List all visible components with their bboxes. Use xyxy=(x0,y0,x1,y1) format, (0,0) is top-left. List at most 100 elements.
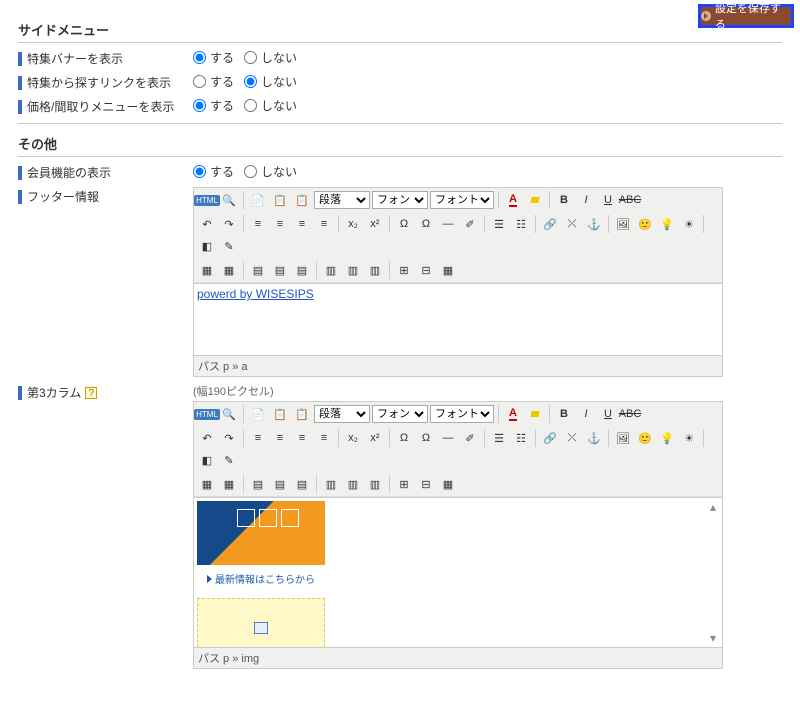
split-icon[interactable]: ⊟ xyxy=(416,474,436,494)
textcolor-button[interactable]: A xyxy=(503,404,523,424)
paste-icon[interactable]: 📋 xyxy=(270,404,290,424)
row-after-icon[interactable]: ▤ xyxy=(270,474,290,494)
omega-icon[interactable]: Ω xyxy=(394,428,414,448)
ul-icon[interactable]: ☰ xyxy=(489,428,509,448)
radio-price-plan-yes[interactable]: する xyxy=(193,97,234,114)
align-justify-icon[interactable]: ≡ xyxy=(314,214,334,234)
cell-props-icon[interactable]: ▦ xyxy=(438,260,458,280)
bold-button[interactable]: B xyxy=(554,404,574,424)
save-settings-button[interactable]: 設定を保存する xyxy=(698,4,794,28)
undo-icon[interactable]: ↶ xyxy=(197,214,217,234)
table-props-icon[interactable]: ▦ xyxy=(219,260,239,280)
copy-icon[interactable]: 📄 xyxy=(248,190,268,210)
paste-text-icon[interactable]: 📋 xyxy=(292,190,312,210)
row-delete-icon[interactable]: ▤ xyxy=(292,474,312,494)
format-select[interactable]: 段落 xyxy=(314,191,370,209)
image-icon[interactable]: 🖼 xyxy=(613,214,633,234)
radio-searchlink-no[interactable]: しない xyxy=(244,73,297,90)
align-left-icon[interactable]: ≡ xyxy=(248,428,268,448)
paste-icon[interactable]: 📋 xyxy=(270,190,290,210)
anchor-icon[interactable]: ⚓ xyxy=(584,214,604,234)
col-after-icon[interactable]: ▥ xyxy=(343,474,363,494)
strike-button[interactable]: ABC xyxy=(620,190,640,210)
align-right-icon[interactable]: ≡ xyxy=(292,428,312,448)
redo-icon[interactable]: ↷ xyxy=(219,428,239,448)
html-source-button[interactable]: HTML xyxy=(197,190,217,210)
scroll-down-icon[interactable]: ▾ xyxy=(706,631,720,645)
ul-icon[interactable]: ☰ xyxy=(489,214,509,234)
align-center-icon[interactable]: ≡ xyxy=(270,428,290,448)
ol-icon[interactable]: ☷ xyxy=(511,428,531,448)
font-select[interactable]: フォント xyxy=(372,191,428,209)
merge-icon[interactable]: ⊞ xyxy=(394,474,414,494)
image-icon[interactable]: 🖼 xyxy=(613,428,633,448)
undo-icon[interactable]: ↶ xyxy=(197,428,217,448)
link-icon[interactable]: 🔗 xyxy=(540,428,560,448)
underline-button[interactable]: U xyxy=(598,404,618,424)
omega2-icon[interactable]: Ω xyxy=(416,214,436,234)
table-props-icon[interactable]: ▦ xyxy=(219,474,239,494)
row-before-icon[interactable]: ▤ xyxy=(248,260,268,280)
redo-icon[interactable]: ↷ xyxy=(219,214,239,234)
row-after-icon[interactable]: ▤ xyxy=(270,260,290,280)
split-icon[interactable]: ⊟ xyxy=(416,260,436,280)
anchor-icon[interactable]: ⚓ xyxy=(584,428,604,448)
align-justify-icon[interactable]: ≡ xyxy=(314,428,334,448)
sun-icon[interactable]: ☀ xyxy=(679,428,699,448)
col-delete-icon[interactable]: ▥ xyxy=(365,260,385,280)
merge-icon[interactable]: ⊞ xyxy=(394,260,414,280)
radio-member-yes[interactable]: する xyxy=(193,163,234,180)
copy-icon[interactable]: 📄 xyxy=(248,404,268,424)
fontsize-select[interactable]: フォントの大き xyxy=(430,405,494,423)
unlink-icon[interactable]: ⤫ xyxy=(562,214,582,234)
paste-text-icon[interactable]: 📋 xyxy=(292,404,312,424)
help-icon[interactable]: ? xyxy=(85,387,97,399)
row-delete-icon[interactable]: ▤ xyxy=(292,260,312,280)
link-icon[interactable]: 🔗 xyxy=(540,214,560,234)
subscript-icon[interactable]: x₂ xyxy=(343,214,363,234)
bold-button[interactable]: B xyxy=(554,190,574,210)
radio-feature-banner-yes[interactable]: する xyxy=(193,49,234,66)
col3-editor-body[interactable]: ▴ ▾ 最新情報はこちらから xyxy=(194,497,722,647)
ol-icon[interactable]: ☷ xyxy=(511,214,531,234)
brush-icon[interactable]: ✎ xyxy=(219,450,239,470)
hr-icon[interactable]: — xyxy=(438,428,458,448)
superscript-icon[interactable]: x² xyxy=(365,214,385,234)
table-icon[interactable]: ▦ xyxy=(197,474,217,494)
radio-price-plan-no[interactable]: しない xyxy=(244,97,297,114)
textcolor-button[interactable]: A xyxy=(503,190,523,210)
sun-icon[interactable]: ☀ xyxy=(679,214,699,234)
bulb-icon[interactable]: 💡 xyxy=(657,428,677,448)
bgcolor-button[interactable] xyxy=(525,190,545,210)
underline-button[interactable]: U xyxy=(598,190,618,210)
omega2-icon[interactable]: Ω xyxy=(416,428,436,448)
brush-icon[interactable]: ✎ xyxy=(219,236,239,256)
format-select[interactable]: 段落 xyxy=(314,405,370,423)
image-placeholder[interactable] xyxy=(197,598,325,647)
smiley-icon[interactable]: 🙂 xyxy=(635,214,655,234)
col-before-icon[interactable]: ▥ xyxy=(321,260,341,280)
radio-feature-banner-no[interactable]: しない xyxy=(244,49,297,66)
hr-icon[interactable]: — xyxy=(438,214,458,234)
italic-button[interactable]: I xyxy=(576,404,596,424)
align-right-icon[interactable]: ≡ xyxy=(292,214,312,234)
clear-format-icon[interactable]: ✐ xyxy=(460,214,480,234)
subscript-icon[interactable]: x₂ xyxy=(343,428,363,448)
row-before-icon[interactable]: ▤ xyxy=(248,474,268,494)
html-source-button[interactable]: HTML xyxy=(197,404,217,424)
align-left-icon[interactable]: ≡ xyxy=(248,214,268,234)
col-before-icon[interactable]: ▥ xyxy=(321,474,341,494)
footer-editor-body[interactable]: powerd by WISESIPS xyxy=(194,283,722,355)
superscript-icon[interactable]: x² xyxy=(365,428,385,448)
fontsize-select[interactable]: フォントの大き xyxy=(430,191,494,209)
scroll-up-icon[interactable]: ▴ xyxy=(706,500,720,514)
bulb-icon[interactable]: 💡 xyxy=(657,214,677,234)
table-icon[interactable]: ▦ xyxy=(197,260,217,280)
preview-icon[interactable]: 🔍 xyxy=(219,190,239,210)
clear-format-icon[interactable]: ✐ xyxy=(460,428,480,448)
eraser-icon[interactable]: ◧ xyxy=(197,236,217,256)
smiley-icon[interactable]: 🙂 xyxy=(635,428,655,448)
strike-button[interactable]: ABC xyxy=(620,404,640,424)
omega-icon[interactable]: Ω xyxy=(394,214,414,234)
radio-searchlink-yes[interactable]: する xyxy=(193,73,234,90)
